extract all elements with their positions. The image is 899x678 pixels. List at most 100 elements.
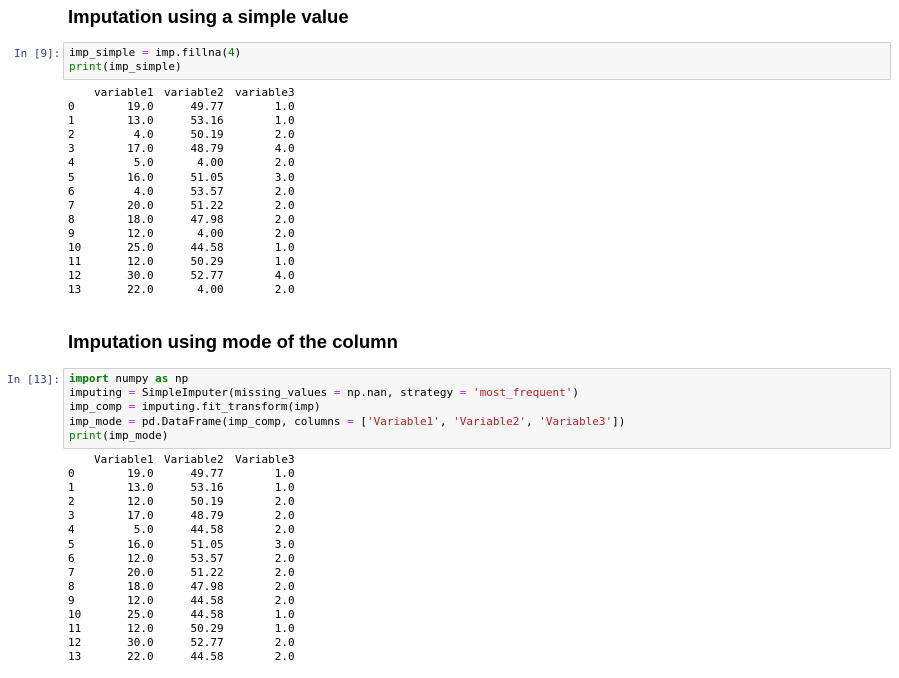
table-cell: 2.0 xyxy=(274,650,295,664)
table-row: 7 20.0 51.22 2.0 xyxy=(68,199,295,213)
table-cell: 13.0 xyxy=(127,481,154,495)
table-cell: 16.0 xyxy=(127,170,154,184)
column-header: variable2 xyxy=(164,86,224,99)
table-cell: 52.77 xyxy=(190,636,224,650)
table-row: 5 16.0 51.05 3.0 xyxy=(68,171,295,185)
table-row: 9 12.0 4.00 2.0 xyxy=(68,227,295,241)
table-cell: 2.0 xyxy=(274,509,295,523)
table-cell: 4.00 xyxy=(197,226,224,240)
table-cell: 1.0 xyxy=(274,467,295,481)
code-cell-9[interactable]: imp_simple = imp.fillna(4) print(imp_simp… xyxy=(63,42,891,80)
row-index: 2 xyxy=(68,495,75,509)
table-cell: 44.58 xyxy=(190,593,224,607)
table-row: 10 25.0 44.58 1.0 xyxy=(68,241,295,255)
row-index: 8 xyxy=(68,579,75,593)
row-index: 11 xyxy=(68,622,82,636)
table-cell: 12.0 xyxy=(127,255,154,269)
table-cell: 2.0 xyxy=(274,636,295,650)
table-cell: 44.58 xyxy=(190,241,224,255)
table-cell: 18.0 xyxy=(127,212,154,226)
section-heading-mode: Imputation using mode of the column xyxy=(68,331,398,352)
column-header: Variable2 xyxy=(164,453,224,466)
table-row: 11 12.0 50.29 1.0 xyxy=(68,622,295,636)
table-cell: 1.0 xyxy=(274,241,295,255)
table-row: 0 19.0 49.77 1.0 xyxy=(68,100,295,114)
table-cell: 53.16 xyxy=(190,114,224,128)
table-cell: 44.58 xyxy=(190,650,224,664)
row-index: 4 xyxy=(68,156,75,170)
table-row: 2 4.0 50.19 2.0 xyxy=(68,128,295,142)
table-cell: 22.0 xyxy=(127,283,154,297)
table-cell: 51.05 xyxy=(190,170,224,184)
column-header: Variable1 xyxy=(94,453,154,466)
table-cell: 48.79 xyxy=(190,142,224,156)
table-cell: 1.0 xyxy=(274,622,295,636)
code-line: imp_mode = pd.DataFrame(imp_comp, column… xyxy=(69,414,626,428)
table-cell: 17.0 xyxy=(127,509,154,523)
output-table-mode: Variable1 Variable2 Variable3 0 19.0 49.77 1.0… xyxy=(68,453,295,664)
row-index: 7 xyxy=(68,198,75,212)
table-cell: 30.0 xyxy=(127,269,154,283)
table-cell: 3.0 xyxy=(274,170,295,184)
table-cell: 4.0 xyxy=(274,269,295,283)
table-cell: 4.0 xyxy=(133,128,154,142)
table-cell: 50.19 xyxy=(190,128,224,142)
row-index: 5 xyxy=(68,537,75,551)
table-cell: 53.57 xyxy=(190,184,224,198)
code-line: imputing = SimpleImputer(missing_values … xyxy=(69,386,579,400)
table-row: 3 17.0 48.79 4.0 xyxy=(68,142,295,156)
table-cell: 2.0 xyxy=(274,198,295,212)
table-cell: 5.0 xyxy=(133,523,154,537)
index-header xyxy=(68,453,94,467)
row-index: 6 xyxy=(68,184,75,198)
row-index: 2 xyxy=(68,128,75,142)
row-index: 13 xyxy=(68,650,82,664)
table-header-row: variable1 variable2 variable3 xyxy=(68,86,295,100)
column-header: variable1 xyxy=(94,86,154,99)
table-cell: 3.0 xyxy=(274,537,295,551)
table-cell: 4.0 xyxy=(133,184,154,198)
table-cell: 12.0 xyxy=(127,495,154,509)
row-index: 6 xyxy=(68,551,75,565)
row-index: 12 xyxy=(68,636,82,650)
table-cell: 12.0 xyxy=(127,551,154,565)
table-cell: 50.29 xyxy=(190,255,224,269)
table-row: 5 16.0 51.05 3.0 xyxy=(68,538,295,552)
table-cell: 25.0 xyxy=(127,241,154,255)
row-index: 9 xyxy=(68,593,75,607)
table-cell: 53.57 xyxy=(190,551,224,565)
table-cell: 51.22 xyxy=(190,565,224,579)
table-cell: 13.0 xyxy=(127,114,154,128)
table-cell: 2.0 xyxy=(274,212,295,226)
row-index: 1 xyxy=(68,481,75,495)
table-cell: 52.77 xyxy=(190,269,224,283)
table-cell: 2.0 xyxy=(274,495,295,509)
table-cell: 2.0 xyxy=(274,283,295,297)
row-index: 8 xyxy=(68,212,75,226)
table-cell: 2.0 xyxy=(274,551,295,565)
table-cell: 2.0 xyxy=(274,156,295,170)
input-prompt-9: In [9]: xyxy=(14,47,61,60)
table-cell: 53.16 xyxy=(190,481,224,495)
table-row: 4 5.0 44.58 2.0 xyxy=(68,523,295,537)
table-cell: 44.58 xyxy=(190,523,224,537)
row-index: 5 xyxy=(68,170,75,184)
table-cell: 49.77 xyxy=(190,100,224,114)
table-row: 9 12.0 44.58 2.0 xyxy=(68,594,295,608)
table-cell: 2.0 xyxy=(274,184,295,198)
table-cell: 20.0 xyxy=(127,198,154,212)
section-heading-simple-value: Imputation using a simple value xyxy=(68,6,349,27)
table-cell: 19.0 xyxy=(127,100,154,114)
table-row: 13 22.0 44.58 2.0 xyxy=(68,650,295,664)
table-row: 13 22.0 4.00 2.0 xyxy=(68,283,295,297)
table-row: 0 19.0 49.77 1.0 xyxy=(68,467,295,481)
code-cell-13[interactable]: import numpy as np imputing = SimpleImput… xyxy=(63,368,891,449)
row-index: 3 xyxy=(68,142,75,156)
table-cell: 1.0 xyxy=(274,114,295,128)
table-cell: 47.98 xyxy=(190,212,224,226)
row-index: 13 xyxy=(68,283,82,297)
column-header: variable3 xyxy=(235,86,295,99)
code-line: imp_simple = imp.fillna(4) xyxy=(69,46,242,59)
table-cell: 12.0 xyxy=(127,226,154,240)
table-cell: 50.29 xyxy=(190,622,224,636)
